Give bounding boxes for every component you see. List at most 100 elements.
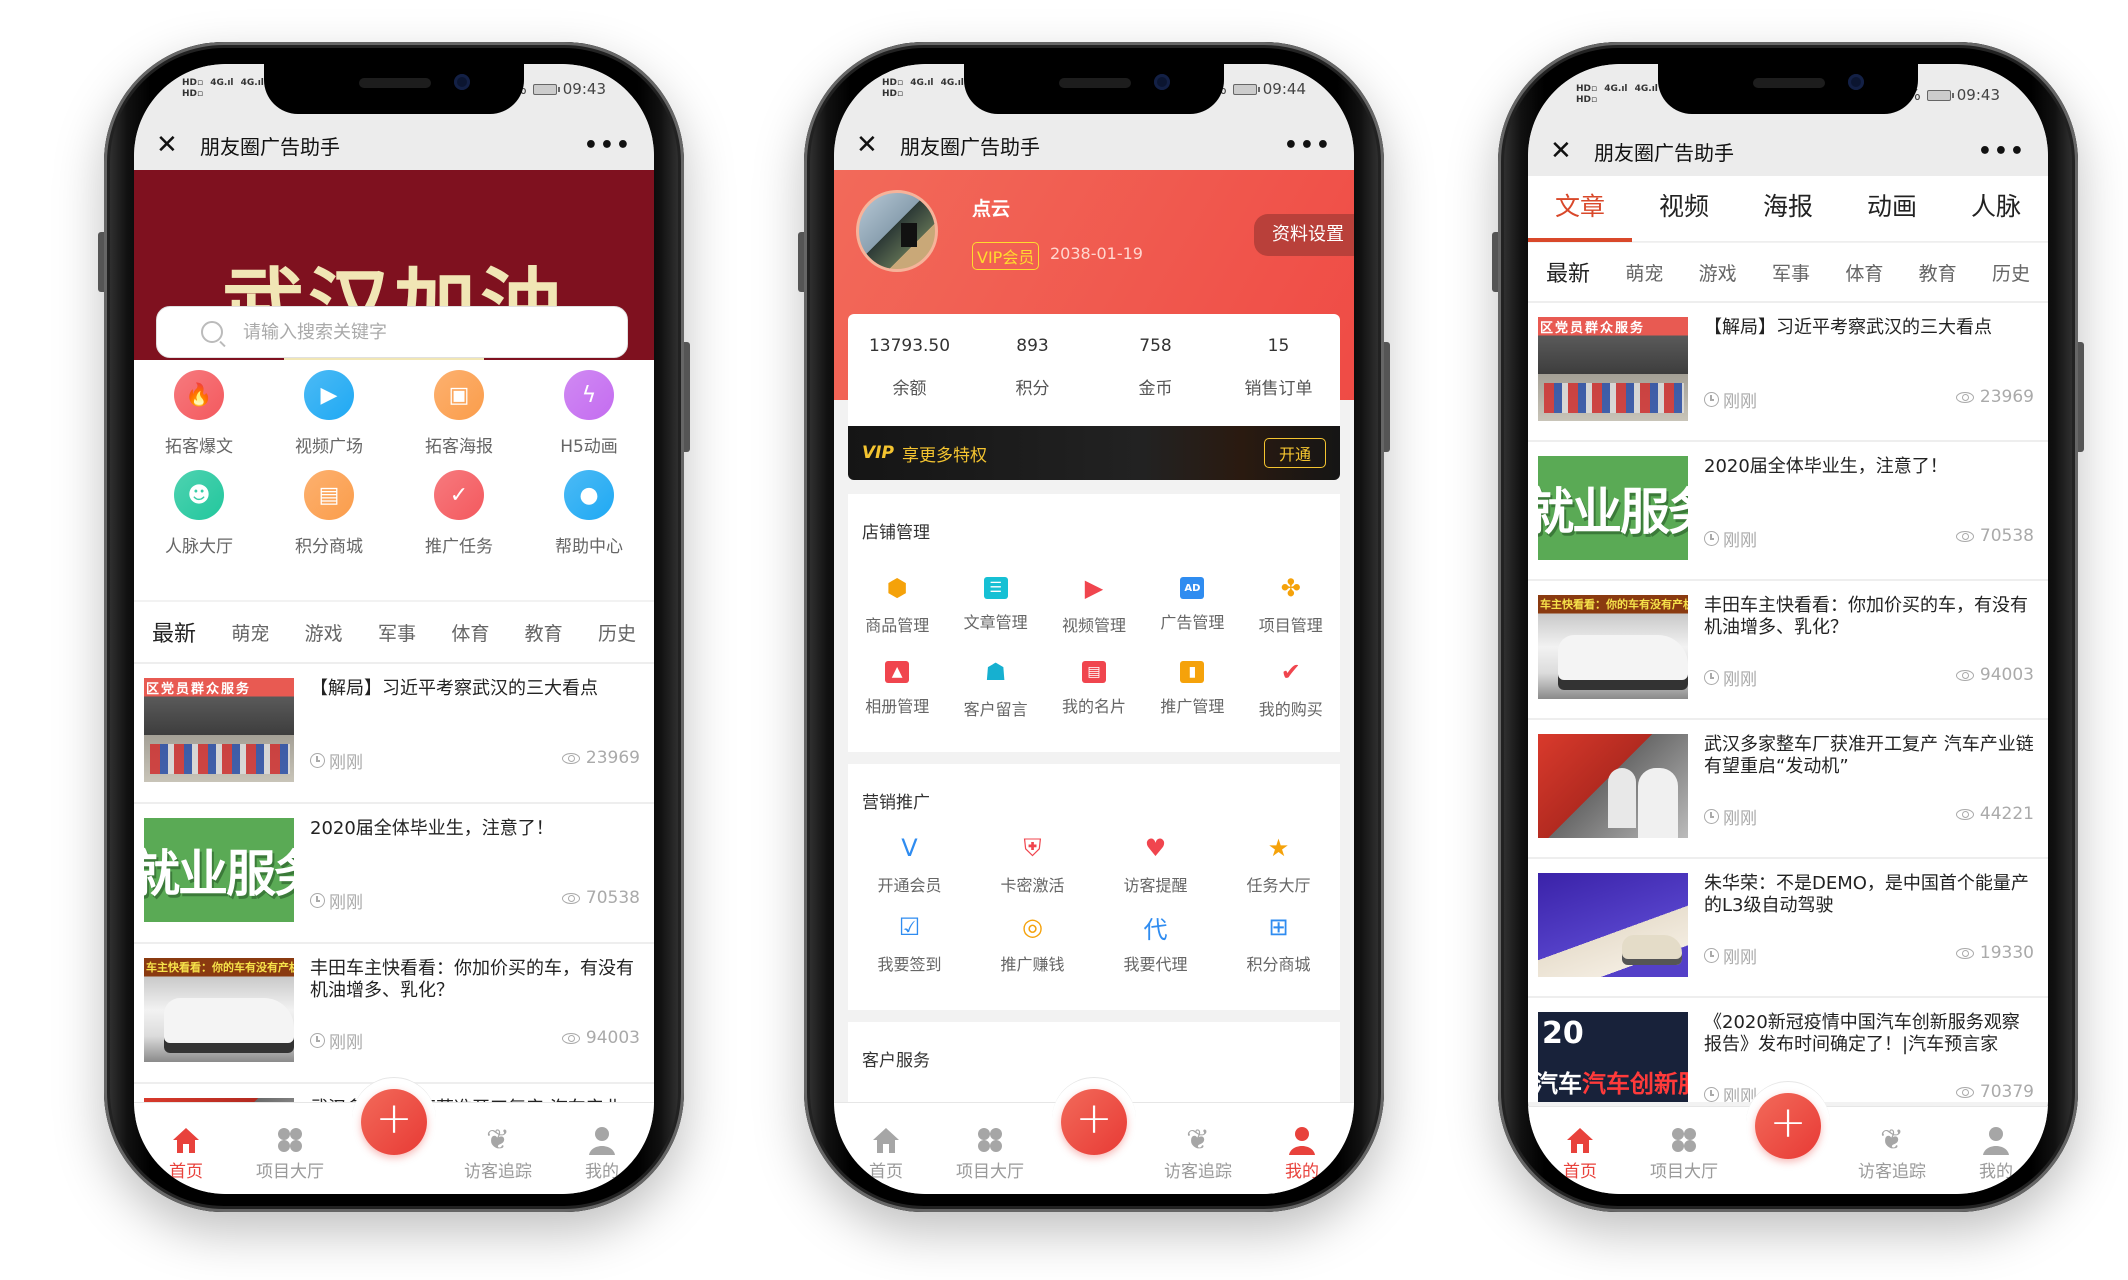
menu-item[interactable]: ☑ 我要签到 (848, 907, 971, 981)
article-item[interactable]: 朱华荣：不是DEMO，是中国首个能量产的L3级自动驾驶 刚刚 19330 (1528, 857, 2048, 996)
article-item[interactable]: 区党员群众服务 【解局】习近平考察武汉的三大看点 刚刚 23969 (134, 662, 654, 802)
menu-item[interactable]: AD 广告管理 (1143, 563, 1241, 647)
category-tab[interactable]: 游戏 (1691, 259, 1745, 286)
nav-item[interactable]: 我的 (1250, 1103, 1354, 1194)
quick-item-7[interactable]: ● 帮助中心 (524, 470, 654, 570)
nav-item[interactable]: 项目大厅 (1632, 1107, 1736, 1194)
menu-item[interactable]: ✔ 我的购买 (1242, 647, 1340, 731)
category-tab[interactable]: 最新 (1538, 256, 1598, 288)
menu-item[interactable]: ⊞ 积分商城 (1217, 907, 1340, 981)
category-tab[interactable]: 体育 (443, 619, 497, 646)
stat-item[interactable]: 893 积分 (971, 314, 1094, 426)
close-icon[interactable]: ✕ (856, 132, 882, 158)
menu-item[interactable]: V 开通会员 (848, 823, 971, 907)
stat-item[interactable]: 758 金币 (1094, 314, 1217, 426)
category-tab[interactable]: 教育 (517, 619, 571, 646)
category-tab[interactable]: 军事 (370, 619, 424, 646)
nav-item[interactable]: ❦ 访客追踪 (1146, 1103, 1250, 1194)
nav-label: 访客追踪 (464, 1162, 532, 1182)
more-icon[interactable]: ••• (1284, 133, 1332, 158)
add-button[interactable]: + (1755, 1093, 1821, 1159)
article-item[interactable]: 车主快看看：你的车有没有产机 丰田车主快看看：你加价买的车，有没有机油增多、乳化？… (134, 942, 654, 1082)
content-tab[interactable]: 视频 (1632, 176, 1736, 242)
category-tab[interactable]: 体育 (1837, 259, 1891, 286)
nav-item[interactable]: 项目大厅 (238, 1103, 342, 1194)
quick-item-6[interactable]: ✓ 推广任务 (394, 470, 524, 570)
article-item[interactable]: 就业服务 2020届全体毕业生，注意了！ 刚刚 70538 (134, 802, 654, 942)
quick-item-1[interactable]: ▶ 视频广场 (264, 370, 394, 470)
menu-item[interactable]: ♥ 访客提醒 (1094, 823, 1217, 907)
menu-item[interactable]: ⛨ 卡密激活 (971, 823, 1094, 907)
content-tab[interactable]: 人脉 (1944, 176, 2048, 242)
stat-item[interactable]: 13793.50 余额 (848, 314, 971, 426)
more-icon[interactable]: ••• (1978, 139, 2026, 164)
profile-settings-button[interactable]: 资料设置 (1254, 214, 1354, 256)
category-tab[interactable]: 历史 (590, 619, 644, 646)
category-tab[interactable]: 游戏 (297, 619, 351, 646)
menu-item[interactable]: ▮ 推广管理 (1143, 647, 1241, 731)
article-item[interactable]: 区党员群众服务 【解局】习近平考察武汉的三大看点 刚刚 23969 (1528, 301, 2048, 440)
menu-item[interactable]: ⬢ 商品管理 (848, 563, 946, 647)
menu-item[interactable]: ★ 任务大厅 (1217, 823, 1340, 907)
image-icon: ▣ (434, 370, 484, 420)
nav-item[interactable]: ❦ 访客追踪 (446, 1103, 550, 1194)
quick-item-2[interactable]: ▣ 拓客海报 (394, 370, 524, 470)
menu-item[interactable]: ▶ 视频管理 (1045, 563, 1143, 647)
more-icon[interactable]: ••• (584, 133, 632, 158)
category-tab[interactable]: 最新 (144, 616, 204, 648)
menu-item[interactable]: ☗ 客户留言 (946, 647, 1044, 731)
article-item[interactable]: 就业服务 2020届全体毕业生，注意了！ 刚刚 70538 (1528, 440, 2048, 579)
menu-item[interactable]: ▤ 我的名片 (1045, 647, 1143, 731)
close-icon[interactable]: ✕ (156, 132, 182, 158)
stat-item[interactable]: 15 销售订单 (1217, 314, 1340, 426)
bottom-nav: 首页 项目大厅 + ❦ 访客追踪 我的 (1528, 1081, 2048, 1194)
content-tab[interactable]: 海报 (1736, 176, 1840, 242)
stat-value: 893 (1016, 336, 1049, 356)
category-bar: 最新 萌宠 游戏 军事 体育 教育 历史 (134, 602, 654, 662)
menu-item[interactable]: ◎ 推广赚钱 (971, 907, 1094, 981)
nav-item[interactable]: 首页 (134, 1103, 238, 1194)
nav-item[interactable]: ❦ 访客追踪 (1840, 1107, 1944, 1194)
quick-item-3[interactable]: ϟ H5动画 (524, 370, 654, 470)
add-button[interactable]: + (361, 1089, 427, 1155)
category-tab[interactable]: 萌宠 (1617, 259, 1671, 286)
category-tab[interactable]: 军事 (1764, 259, 1818, 286)
category-tab[interactable]: 教育 (1911, 259, 1965, 286)
vip-open-button[interactable]: 开通 (1263, 438, 1326, 468)
search-box[interactable] (156, 306, 628, 358)
nav-item[interactable]: 我的 (550, 1103, 654, 1194)
grid-icon (1669, 1125, 1699, 1155)
add-button[interactable]: + (1061, 1089, 1127, 1155)
nav-item[interactable]: 项目大厅 (938, 1103, 1042, 1194)
content-tab[interactable]: 文章 (1528, 176, 1632, 242)
avatar[interactable] (856, 190, 938, 272)
menu-item[interactable]: ☰ 文章管理 (946, 563, 1044, 647)
menu-item[interactable]: ▬ (1217, 1081, 1340, 1102)
nav-label: 项目大厅 (256, 1162, 324, 1182)
article-item[interactable]: 武汉多家整车厂获准开工复产 汽车产业链有望重启“发动机” 刚刚 44221 (1528, 718, 2048, 857)
quick-item-4[interactable]: ☻ 人脉大厅 (134, 470, 264, 570)
quick-item-5[interactable]: ▤ 积分商城 (264, 470, 394, 570)
nav-item[interactable]: 首页 (834, 1103, 938, 1194)
menu-item[interactable]: ✤ 项目管理 (1242, 563, 1340, 647)
article-item[interactable]: 车主快看看：你的车有没有产机 丰田车主快看看：你加价买的车，有没有机油增多、乳化？… (1528, 579, 2048, 718)
close-icon[interactable]: ✕ (1550, 138, 1576, 164)
nav-item[interactable]: 首页 (1528, 1107, 1632, 1194)
menu-item[interactable]: ☊ (848, 1081, 971, 1102)
video-clap-icon: ▶ (1084, 574, 1104, 602)
status-time: 09:44 (1262, 80, 1306, 98)
category-tab[interactable]: 历史 (1984, 259, 2038, 286)
search-input[interactable] (243, 321, 627, 343)
box-icon: ⬢ (886, 574, 908, 602)
article-time: 刚刚 (1704, 665, 1757, 690)
vip-promo-bar[interactable]: VIP 享更多特权 开通 (848, 426, 1340, 480)
nav-item[interactable]: 我的 (1944, 1107, 2048, 1194)
quick-item-0[interactable]: 🔥 拓客爆文 (134, 370, 264, 470)
content-tab[interactable]: 动画 (1840, 176, 1944, 242)
menu-item-label: 访客提醒 (1123, 876, 1188, 895)
menu-item[interactable]: 代我要代理 (1094, 907, 1217, 981)
view-count: 70538 (585, 888, 640, 908)
menu-item[interactable]: ▲ 相册管理 (848, 647, 946, 731)
menu-item-label: 我要代理 (1123, 955, 1188, 974)
category-tab[interactable]: 萌宠 (223, 619, 277, 646)
